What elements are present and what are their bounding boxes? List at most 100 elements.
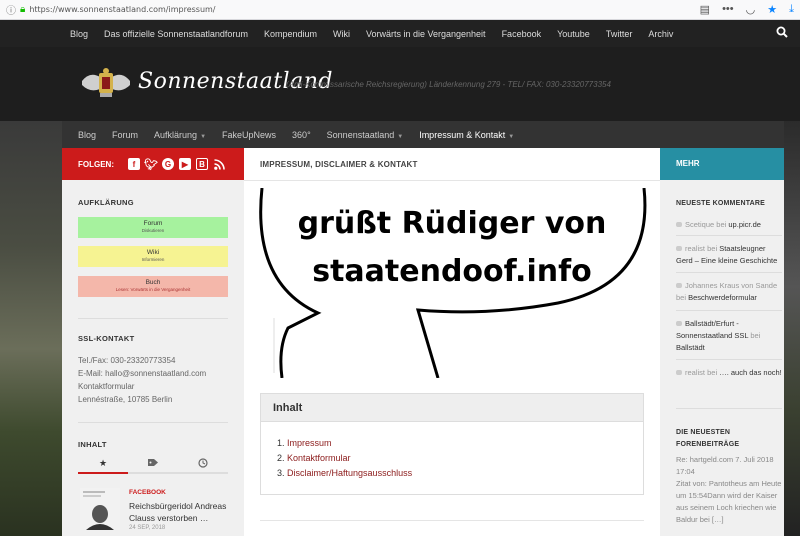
forum-post-title[interactable]: Re: hartgeld.com 7. Juli 2018 17:04 [676, 454, 784, 478]
search-icon[interactable] [776, 26, 788, 41]
pocket-icon[interactable]: ◡ [746, 3, 756, 16]
toc-link[interactable]: Disclaimer/Haftungsausschluss [287, 468, 412, 478]
site-header: Sonnenstaatland (Anti-Kommissarische Rei… [0, 47, 800, 121]
toc-heading: Inhalt [261, 394, 643, 422]
divider [676, 359, 782, 360]
main-nav-aufklaerung[interactable]: Aufklärung ▼ [154, 130, 206, 140]
comment-sep: bei [707, 368, 718, 377]
forum-button[interactable]: Forum Diskutieren [78, 217, 228, 238]
comment-author[interactable]: Ballstädt/Erfurt - Sonnenstaatland SSL [676, 319, 748, 340]
divider [676, 408, 782, 409]
post-title[interactable]: Reichsbürgeridol Andreas Clauss verstorb… [129, 500, 239, 524]
main-nav-impressum-label: Impressum & Kontakt [419, 129, 506, 140]
comment-target[interactable]: …. auch das noch! [719, 368, 782, 377]
forum-button-title: Forum [143, 220, 163, 227]
comment-icon [676, 321, 682, 326]
browser-address-bar: ⓘ 🔒︎ https://www.sonnenstaatland.com/imp… [0, 0, 800, 20]
comment-author[interactable]: Johannes Kraus von Sande [685, 281, 777, 290]
toc-item-kontaktformular[interactable]: 2. Kontaktformular [277, 451, 643, 466]
top-nav-blog[interactable]: Blog [70, 29, 88, 39]
rss-icon[interactable] [213, 158, 225, 170]
bubble-text-line-1: grüßt Rüdiger von [297, 206, 607, 241]
main-nav-360[interactable]: 360° [292, 130, 311, 140]
google-plus-icon[interactable]: G [162, 158, 174, 170]
tag-icon [147, 459, 159, 469]
blogger-icon[interactable]: B [196, 158, 208, 170]
forum-heading-line-2: FORENBEITRÄGE [676, 441, 740, 448]
star-icon: ★ [98, 458, 108, 468]
download-icon[interactable]: ⤓ [789, 3, 794, 16]
comment-sep: bei [716, 220, 727, 229]
toc-link[interactable]: Kontaktformular [287, 453, 351, 463]
info-icon[interactable]: ⓘ [6, 2, 16, 17]
bookmark-star-icon[interactable]: ★ [767, 3, 777, 16]
main-nav-blog[interactable]: Blog [78, 130, 96, 140]
more-icon[interactable]: ••• [722, 3, 734, 16]
coat-of-arms-icon[interactable] [80, 67, 132, 99]
comment-sep: bei [707, 244, 718, 253]
toc-link[interactable]: Impressum [287, 438, 332, 448]
main-nav-fakeupnews[interactable]: FakeUpNews [222, 130, 276, 140]
top-navigation: Blog Das offizielle Sonnenstaatlandforum… [0, 20, 800, 47]
comment-icon [676, 222, 682, 227]
forum-posts-heading: DIE NEUESTEN FORENBEITRÄGE [676, 427, 739, 451]
url-field[interactable]: https://www.sonnenstaatland.com/impressu… [29, 5, 215, 14]
top-nav-youtube[interactable]: Youtube [557, 29, 590, 39]
toc-number: 2. [277, 453, 285, 463]
divider [78, 318, 228, 319]
toc-item-impressum[interactable]: 1. Impressum [277, 436, 643, 451]
contact-phone: Tel./Fax: 030-23320773354 [78, 356, 176, 365]
buch-button[interactable]: Buch Lesen: Vorwärts in die Vergangenhei… [78, 276, 228, 297]
lock-icon: 🔒︎ [20, 4, 26, 15]
mehr-header: MEHR [660, 148, 784, 180]
wiki-button[interactable]: Wiki Informieren [78, 246, 228, 267]
comment-target[interactable]: Ballstädt [676, 343, 705, 352]
toc-item-disclaimer[interactable]: 3. Disclaimer/Haftungsausschluss [277, 466, 643, 481]
contact-form-link[interactable]: Kontaktformular [78, 380, 206, 393]
tab-popular[interactable]: ★ [78, 456, 128, 474]
right-sidebar: MEHR NEUESTE KOMMENTARE Scetique bei up.… [660, 148, 784, 536]
left-sidebar: FOLGEN: f 🐦︎ G ▶ B AUFKLÄRUNG Forum Disk… [62, 148, 244, 536]
post-category[interactable]: FACEBOOK [129, 489, 166, 496]
comment-target[interactable]: Beschwerdeformular [688, 293, 757, 302]
wiki-button-title: Wiki [146, 249, 160, 256]
comment-author[interactable]: realist [685, 244, 705, 253]
top-nav-wiki[interactable]: Wiki [333, 29, 350, 39]
main-content: IMPRESSUM, DISCLAIMER & KONTAKT grüßt Rü… [244, 148, 660, 536]
tab-tags[interactable] [128, 456, 178, 472]
main-nav-sonnenstaatland[interactable]: Sonnenstaatland ▼ [327, 130, 404, 140]
comment-author[interactable]: Scetique [685, 220, 714, 229]
twitter-icon[interactable]: 🐦︎ [144, 158, 158, 171]
top-nav-archiv[interactable]: Archiv [648, 29, 673, 39]
facebook-icon[interactable]: f [128, 158, 140, 170]
top-nav-facebook[interactable]: Facebook [502, 29, 542, 39]
toc-number: 1. [277, 438, 285, 448]
buch-button-title: Buch [145, 279, 161, 286]
tab-recent[interactable] [178, 456, 228, 472]
youtube-icon[interactable]: ▶ [179, 158, 191, 170]
ssl-contact-heading: SSL-KONTAKT [78, 334, 135, 343]
comment-icon [676, 246, 682, 251]
top-nav-kompendium[interactable]: Kompendium [264, 29, 317, 39]
chevron-down-icon: ▼ [397, 133, 404, 140]
site-tagline: (Anti-Kommissarische Reichsregierung) Lä… [286, 80, 611, 89]
comment-author[interactable]: realist [685, 368, 705, 377]
background-image-left [0, 121, 62, 536]
contact-email[interactable]: E-Mail: hallo@sonnenstaatland.com [78, 367, 206, 380]
top-nav-forum[interactable]: Das offizielle Sonnenstaatlandforum [104, 29, 248, 39]
comments-heading: NEUESTE KOMMENTARE [676, 200, 766, 207]
comment-target[interactable]: up.picr.de [728, 220, 761, 229]
reader-view-icon[interactable]: ▤ [700, 3, 710, 16]
top-nav-twitter[interactable]: Twitter [606, 29, 633, 39]
bubble-text-line-2: staatendoof.info [312, 254, 592, 289]
divider [676, 310, 782, 311]
main-nav-forum[interactable]: Forum [112, 130, 138, 140]
comment-sep: bei [676, 293, 687, 302]
toc-number: 3. [277, 468, 285, 478]
main-nav-impressum[interactable]: Impressum & Kontakt ▼ [419, 130, 514, 140]
follow-bar: FOLGEN: f 🐦︎ G ▶ B [62, 148, 244, 180]
comment-item: Scetique bei up.picr.de [676, 219, 782, 231]
post-thumbnail[interactable] [80, 488, 120, 530]
top-nav-vorwaerts[interactable]: Vorwärts in die Vergangenheit [366, 29, 486, 39]
aufklaerung-heading: AUFKLÄRUNG [78, 198, 134, 207]
